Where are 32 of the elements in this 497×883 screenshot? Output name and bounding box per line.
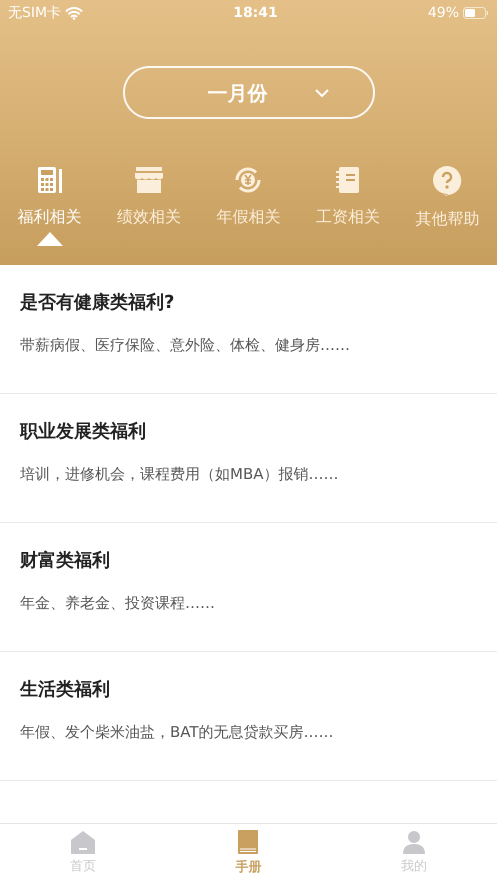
faq-title: 职业发展类福利	[20, 420, 147, 444]
clock-text: 18:41	[233, 4, 278, 22]
category-tab[interactable]: 绩效相关	[99, 165, 199, 246]
help-icon	[431, 165, 464, 197]
faq-card[interactable]: 是否有健康类福利? 带薪病假、医疗保险、意外险、体检、健身房……	[0, 265, 497, 394]
faq-summary: 带薪病假、医疗保险、意外险、体检、健身房……	[20, 335, 351, 356]
category-tab[interactable]: 福利相关	[0, 165, 100, 246]
yuan-exchange-icon	[233, 165, 264, 195]
faq-card[interactable]: 职业发展类福利 培训，进修机会，课程费用（如MBA）报销……	[0, 394, 497, 523]
book-icon	[237, 829, 260, 856]
home-icon	[70, 830, 96, 854]
category-tab[interactable]: 年假相关	[198, 165, 298, 246]
faq-summary: 培训，进修机会，课程费用（如MBA）报销……	[20, 464, 340, 485]
faq-summary: 年假、发个柴米油盐，BAT的无息贷款买房……	[20, 722, 335, 743]
wifi-icon	[65, 6, 84, 20]
person-icon	[402, 830, 426, 854]
shop-icon	[133, 165, 166, 195]
nav-tab[interactable]: 手册	[166, 824, 332, 883]
carrier-text: 无SIM卡	[8, 4, 62, 22]
battery-icon	[463, 7, 489, 19]
faq-title: 财富类福利	[20, 549, 111, 573]
month-dropdown[interactable]: 一月份	[122, 66, 374, 119]
selection-pointer	[36, 232, 63, 246]
battery-text: 49%	[428, 4, 459, 22]
faq-title: 生活类福利	[20, 678, 111, 702]
chevron-down-icon	[314, 88, 330, 98]
category-tab[interactable]: 工资相关	[298, 165, 398, 246]
faq-card[interactable]: 生活类福利 年假、发个柴米油盐，BAT的无息贷款买房……	[0, 652, 497, 781]
category-tab[interactable]: 其他帮助	[398, 165, 497, 246]
faq-card[interactable]: 财富类福利 年金、养老金、投资课程……	[0, 523, 497, 652]
faq-title: 是否有健康类福利?	[20, 291, 176, 315]
faq-summary: 年金、养老金、投资课程……	[20, 593, 216, 614]
